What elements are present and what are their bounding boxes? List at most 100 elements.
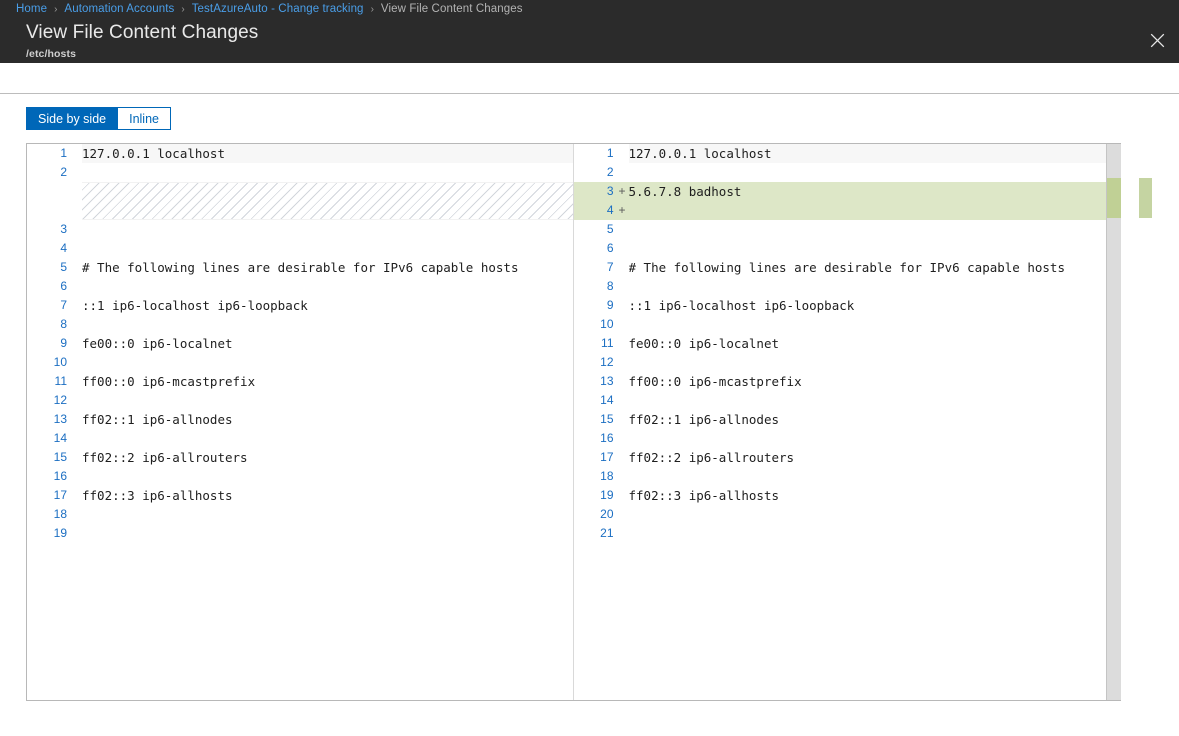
diff-line: 12 [574,353,1121,372]
diff-marker [69,486,82,505]
diff-line: 7# The following lines are desirable for… [574,258,1121,277]
line-content [629,201,1121,220]
line-content: fe00::0 ip6-localnet [629,334,1121,353]
line-content: ff02::2 ip6-allrouters [629,448,1121,467]
diff-marker [616,372,629,391]
diff-line: 13ff00::0 ip6-mcastprefix [574,372,1121,391]
line-content [629,429,1121,448]
breadcrumb-item[interactable]: Home [16,3,47,15]
diff-marker [616,239,629,258]
diff-placeholder-block [82,182,573,220]
diff-line: 8 [574,277,1121,296]
line-number: 12 [574,353,616,372]
view-mode-option[interactable]: Inline [118,107,171,130]
line-content [82,315,573,334]
line-number: 14 [574,391,616,410]
line-number: 17 [27,486,69,505]
line-number: 7 [27,296,69,315]
diff-line: 18 [574,467,1121,486]
breadcrumb-item[interactable]: Automation Accounts [64,3,174,15]
line-number: 18 [27,505,69,524]
diff-line: 2 [574,163,1121,182]
view-mode-option[interactable]: Side by side [26,107,118,130]
line-number: 20 [574,505,616,524]
diff-scrollbar-thumb[interactable] [1139,178,1152,218]
line-number: 1 [574,144,616,163]
diff-line: 9fe00::0 ip6-localnet [27,334,573,353]
diff-marker [69,277,82,296]
diff-line: 16 [574,429,1121,448]
diff-line: 7::1 ip6-localhost ip6-loopback [27,296,573,315]
line-number: 5 [574,220,616,239]
line-number: 4 [27,239,69,258]
line-number: 6 [27,277,69,296]
diff-line: 6 [574,239,1121,258]
line-content: # The following lines are desirable for … [82,258,573,277]
diff-marker [616,315,629,334]
diff-marker [69,505,82,524]
line-number: 10 [574,315,616,334]
line-content [82,524,573,543]
overview-change-marker [1107,178,1121,218]
diff-marker [616,467,629,486]
line-number: 1 [27,144,69,163]
diff-line: 16 [27,467,573,486]
diff-marker [69,391,82,410]
line-content [629,505,1121,524]
diff-line: 5# The following lines are desirable for… [27,258,573,277]
line-content: ff00::0 ip6-mcastprefix [82,372,573,391]
line-content [82,239,573,258]
line-number: 4 [574,201,616,220]
line-content [629,315,1121,334]
diff-marker [616,334,629,353]
diff-line: 1 127.0.0.1 localhost [574,144,1121,163]
diff-overview-ruler[interactable] [1106,144,1121,700]
page-subtitle: /etc/hosts [26,42,1179,60]
diff-marker [69,524,82,543]
line-content [629,239,1121,258]
line-content [82,467,573,486]
diff-line: 21 [574,524,1121,543]
diff-marker [616,429,629,448]
line-number: 17 [574,448,616,467]
line-content: 127.0.0.1 localhost [82,144,573,163]
diff-scrollbar-track[interactable] [1138,144,1153,700]
line-content: 127.0.0.1 localhost [629,144,1121,163]
line-content: ff02::2 ip6-allrouters [82,448,573,467]
diff-marker [616,391,629,410]
diff-line: 3+5.6.7.8 badhost [574,182,1121,201]
diff-line: 1 127.0.0.1 localhost [27,144,573,163]
diff-marker [616,524,629,543]
line-content: ff02::3 ip6-allhosts [629,486,1121,505]
line-content [629,353,1121,372]
diff-line: 10 [27,353,573,372]
breadcrumb-separator: › [181,4,184,15]
diff-line: 3 [27,220,573,239]
diff-line: 14 [27,429,573,448]
line-number: 13 [27,410,69,429]
diff-marker [69,220,82,239]
line-content [629,220,1121,239]
line-content: ff02::3 ip6-allhosts [82,486,573,505]
breadcrumb-item[interactable]: TestAzureAuto - Change tracking [192,3,364,15]
line-number: 6 [574,239,616,258]
view-mode-toggle: Side by sideInline [26,107,171,130]
diff-marker [616,277,629,296]
line-number: 8 [27,315,69,334]
page-title: View File Content Changes [26,18,1179,42]
blade-header: View File Content Changes /etc/hosts [0,18,1179,63]
line-number: 14 [27,429,69,448]
line-number: 3 [574,182,616,201]
line-number: 2 [27,163,69,182]
line-number: 18 [574,467,616,486]
diff-marker [69,144,82,163]
line-content: 5.6.7.8 badhost [629,182,1121,201]
line-number: 13 [574,372,616,391]
close-button[interactable] [1135,18,1179,63]
line-content [82,429,573,448]
line-content [629,163,1121,182]
line-content: ::1 ip6-localhost ip6-loopback [629,296,1121,315]
diff-marker [69,163,82,182]
diff-line: 11ff00::0 ip6-mcastprefix [27,372,573,391]
diff-marker [69,448,82,467]
